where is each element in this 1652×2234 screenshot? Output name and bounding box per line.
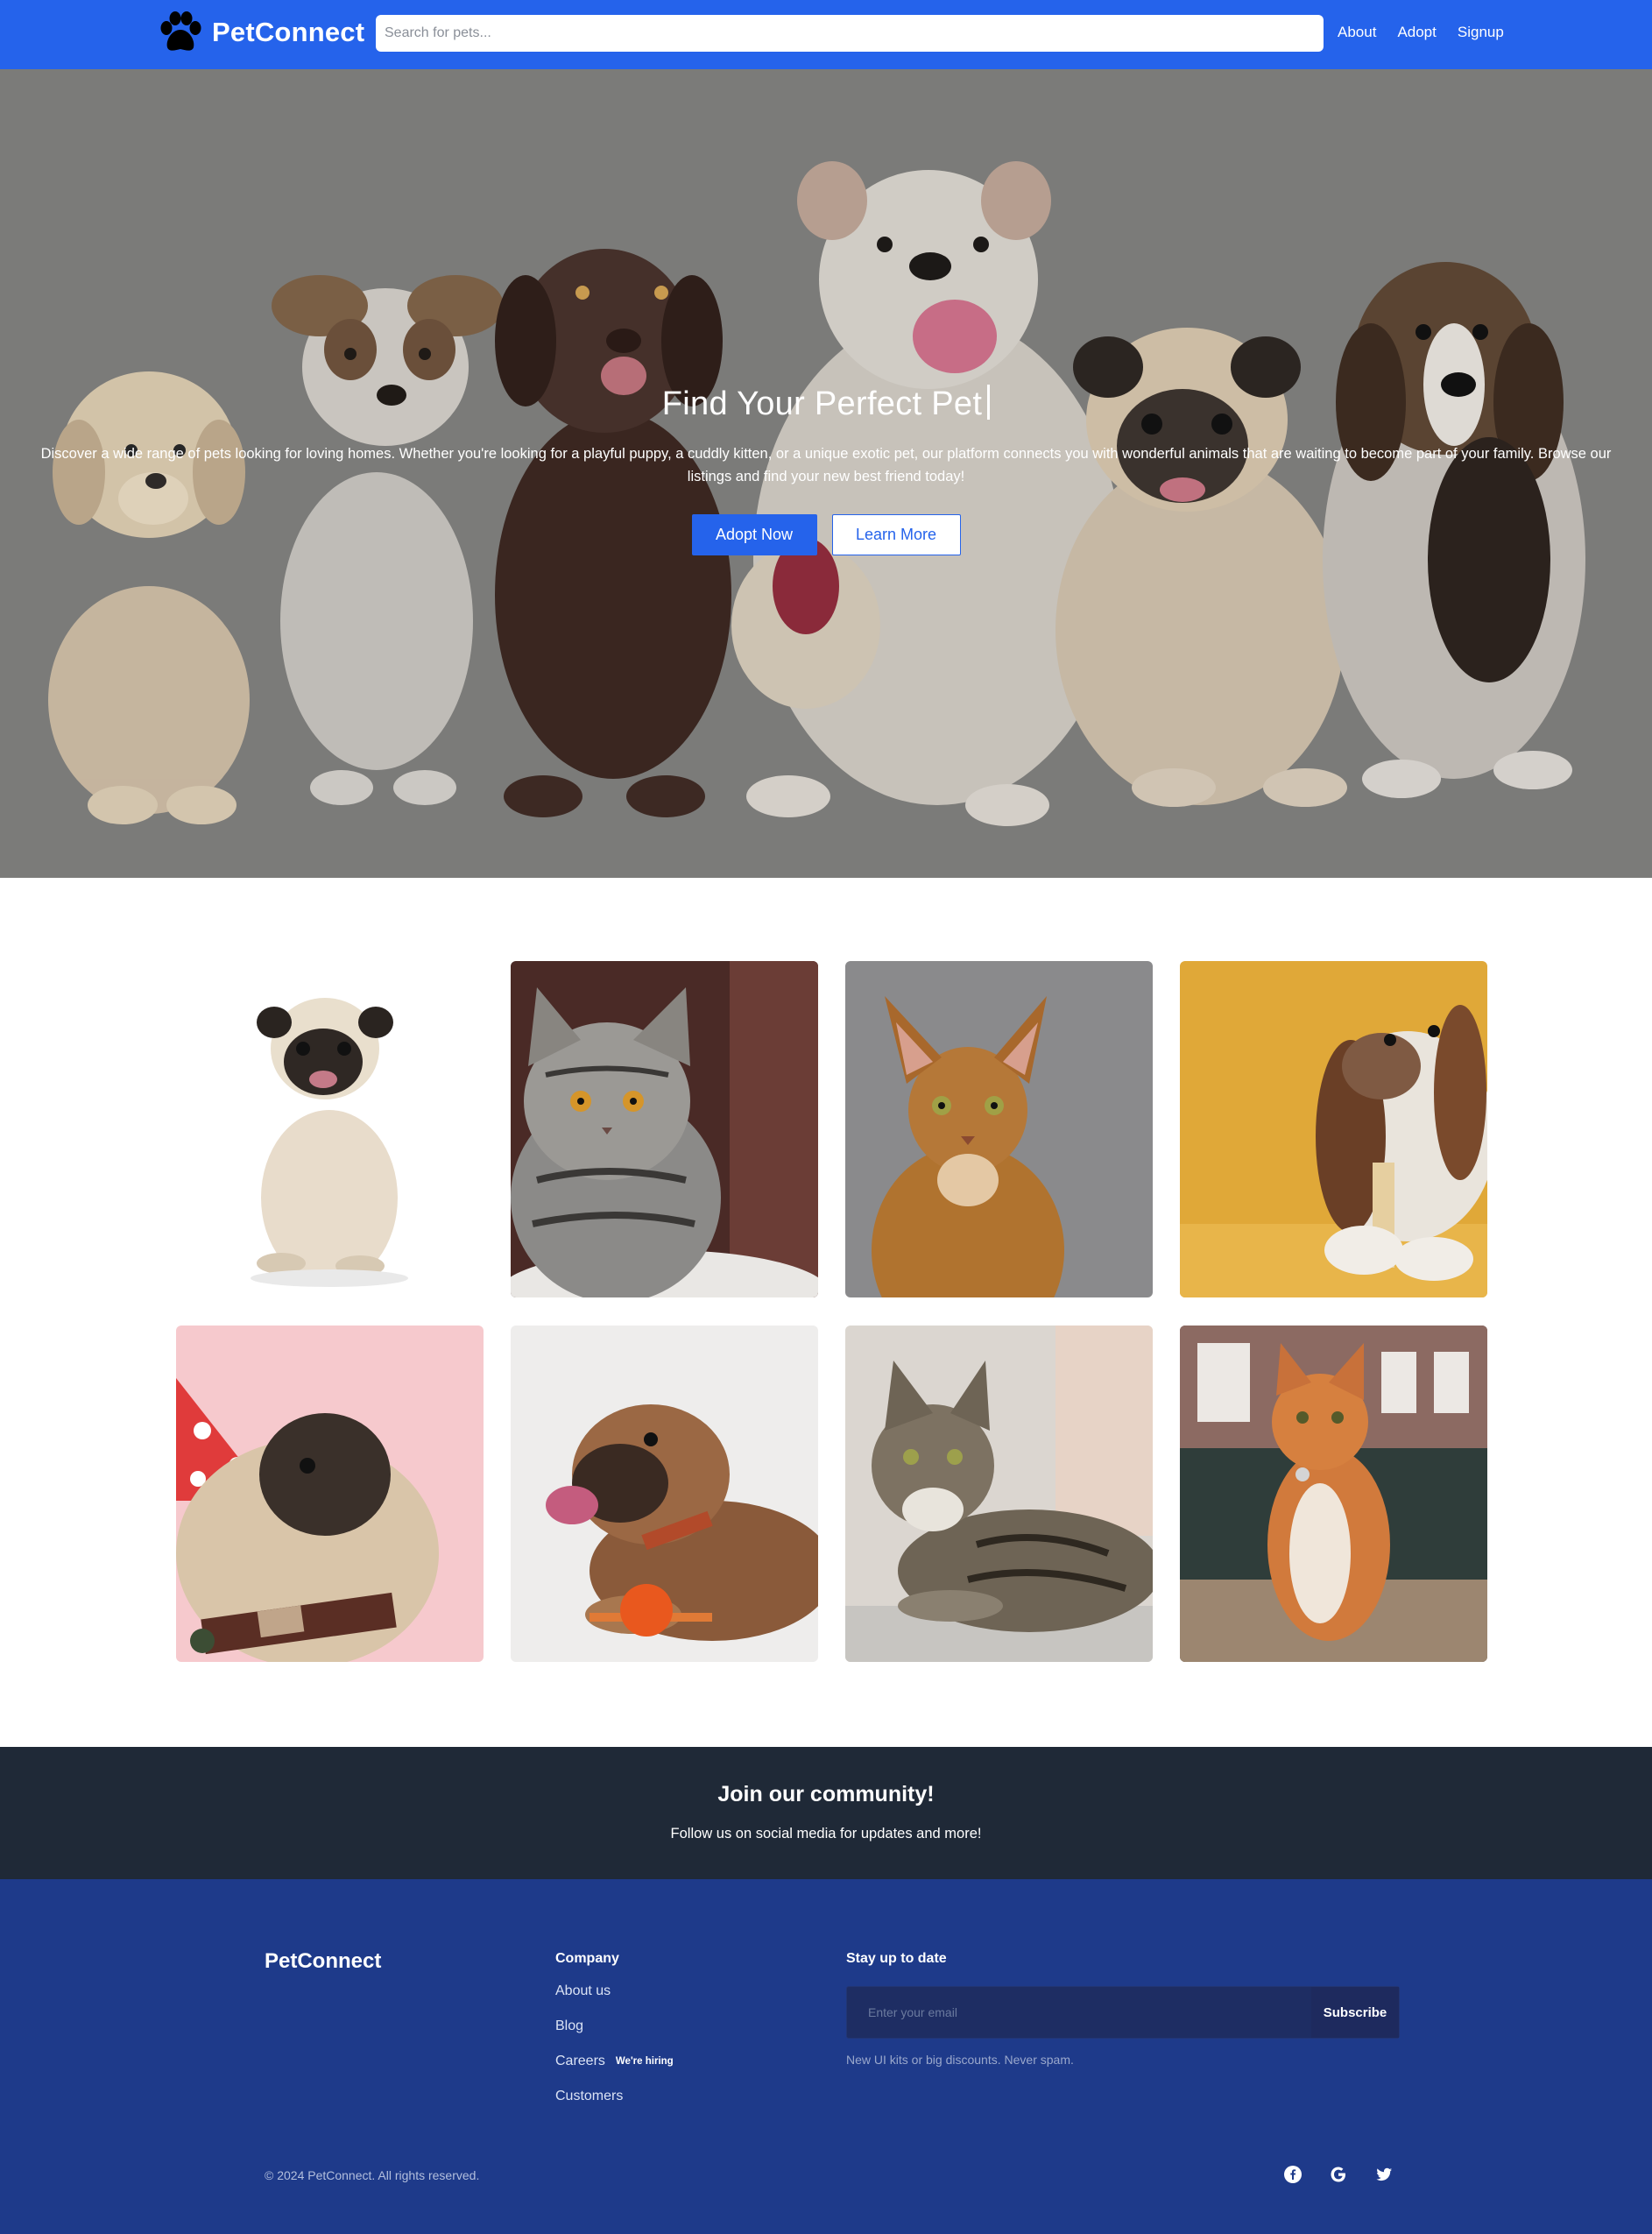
tabby-cat-image [511,961,818,1297]
newsletter-note: New UI kits or big discounts. Never spam… [846,2053,1074,2067]
subscribe-button[interactable]: Subscribe [1311,1987,1399,2038]
pet-card-orange-cat[interactable] [1180,1326,1487,1662]
pug-party-hat-image [176,1326,484,1662]
pet-card-tabby-cat-gray[interactable] [511,961,818,1297]
facebook-icon[interactable] [1284,2166,1302,2183]
footer-link-blog[interactable]: Blog [555,2018,674,2035]
nav-link-adopt[interactable]: Adopt [1397,24,1436,41]
nav-link-about[interactable]: About [1338,24,1376,41]
brand-logo[interactable]: PetConnect [158,11,364,54]
basset-hound-image [1180,961,1487,1297]
social-icons [1284,2166,1393,2183]
footer-link-customers[interactable]: Customers [555,2088,674,2105]
copyright-text: © 2024 PetConnect. All rights reserved. [265,2168,480,2182]
orange-cat-image [1180,1326,1487,1662]
email-input[interactable] [847,1987,1311,2038]
learn-more-button[interactable]: Learn More [831,514,961,555]
footer: PetConnect Company About us Blog Careers… [0,1879,1652,2234]
text-caret [987,385,991,420]
pet-card-abyssinian-cat[interactable] [845,961,1153,1297]
tabby-cat-lying-image [845,1326,1153,1662]
paw-icon [160,11,201,51]
pet-card-bulldog-with-ball[interactable] [511,1326,818,1662]
pet-card-pug-sitting[interactable] [176,961,484,1297]
hiring-badge: We're hiring [615,2056,674,2067]
hero-title: Find Your Perfect Pet [661,385,983,422]
footer-link-about-us[interactable]: About us [555,1983,674,2000]
bulldog-image [511,1326,818,1662]
footer-newsletter-title: Stay up to date [846,1951,947,1966]
hero-description: Discover a wide range of pets looking fo… [40,446,1612,484]
nav-links: About Adopt Signup [1338,24,1504,41]
newsletter-form: Subscribe [846,1986,1400,2039]
footer-brand: PetConnect [265,1949,382,1973]
footer-company-title: Company [555,1951,619,1966]
footer-link-careers[interactable]: Careers We're hiring [555,2053,674,2070]
pet-card-tabby-cat-lying[interactable] [845,1326,1153,1662]
pet-gallery [176,961,1488,1662]
hero-section: Find Your Perfect Pet Discover a wide ra… [0,69,1652,878]
pug-image [176,961,484,1297]
search-input[interactable] [376,15,1324,52]
community-subtitle: Follow us on social media for updates an… [670,1826,982,1842]
nav-link-signup[interactable]: Signup [1458,24,1504,41]
pet-card-pug-party-hat[interactable] [176,1326,484,1662]
navbar: PetConnect About Adopt Signup [0,0,1652,69]
brand-name: PetConnect [212,17,365,47]
hero-buttons: Adopt Now Learn More [0,514,1652,555]
footer-company-links: About us Blog Careers We're hiring Custom… [555,1983,674,2105]
adopt-now-button[interactable]: Adopt Now [691,514,817,555]
twitter-icon[interactable] [1375,2166,1393,2183]
google-icon[interactable] [1330,2166,1347,2183]
abyssinian-cat-image [845,961,1153,1297]
community-section: Join our community! Follow us on social … [0,1747,1652,1879]
pet-card-basset-hound[interactable] [1180,961,1487,1297]
community-title: Join our community! [717,1782,935,1806]
